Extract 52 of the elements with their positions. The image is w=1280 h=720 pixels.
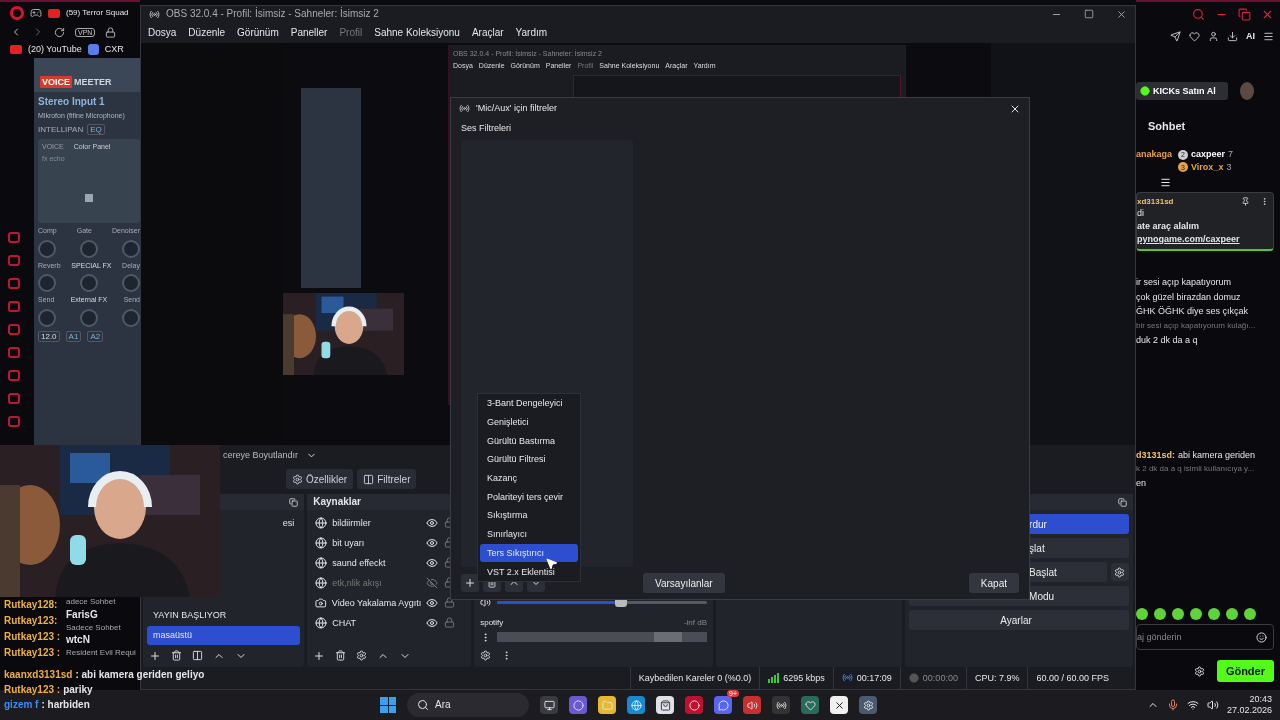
channel-name: spotify <box>480 618 504 628</box>
chat-username: Rutkay123 : <box>4 631 62 643</box>
leader-count: 3 <box>1226 162 1232 173</box>
chat-username: Rutkay128: <box>4 599 59 611</box>
chat-username: FarisG <box>66 608 99 621</box>
record-time: 00:00:00 <box>922 672 958 684</box>
chat-message: : abi kamera geriden geliyo <box>75 669 205 681</box>
chat-message: abi kamera geriden <box>1178 449 1256 461</box>
chat-username: Rutkay123 : <box>4 684 61 696</box>
gain-readout: 12.0 <box>38 330 60 342</box>
chat-message: ĞHK ÖĞHK diye ses çıkçak <box>1136 306 1250 318</box>
chat-message: ir sesi açıp kapatıyorum <box>1136 276 1233 288</box>
pinned-text: ate araç alalım <box>1137 221 1201 232</box>
bitrate: 6295 kbps <box>783 672 825 684</box>
chat-message: pariky <box>63 684 93 696</box>
leader-name: caxpeer <box>1191 149 1226 160</box>
placeholder: aj gönderin <box>1137 631 1182 643</box>
chat-message: Sadece Sohbet <box>66 622 122 633</box>
stream-time: 00:17:09 <box>856 672 892 684</box>
leader-name: anakaga <box>1136 149 1173 160</box>
pinned-text: di <box>1137 208 1145 220</box>
chat-username: gizem f <box>4 699 39 711</box>
cpu-usage: CPU: 7.9% <box>974 672 1020 684</box>
chat-message: duk 2 dk da a q <box>1136 334 1199 346</box>
chat-username: kaanxd3131sd <box>4 669 73 681</box>
chat-message: : harbiden <box>41 699 90 711</box>
leader-name: Virox_x <box>1191 162 1224 173</box>
chat-message: adece Sohbet <box>66 597 117 607</box>
panel-title: Kaynaklar <box>313 496 361 509</box>
placeholder: Ara <box>435 699 451 711</box>
dropped-frames: Kaybedilen Kareler 0 (%0.0) <box>638 672 752 684</box>
strip-title: Stereo Input 1 <box>38 96 106 108</box>
chat-username: Rutkay123: <box>4 615 59 627</box>
app-logo: MEETER <box>74 77 112 88</box>
window-title: OBS 32.0.4 - Profil: İsimsiz - Sahneler: İsimsiz 2 <box>166 8 379 21</box>
chat-message: en <box>1136 477 1147 489</box>
chat-message: Resident Evil Requi <box>66 648 136 658</box>
panel-label: INTELLIPAN <box>38 125 84 135</box>
chat-username: d3131sd: <box>1136 449 1176 461</box>
reply-preview: k 2 dk da a q isimli kullanıcıya y... <box>1136 464 1256 474</box>
level-reading: -inf dB <box>683 618 708 628</box>
app-logo: VOICE <box>40 76 72 88</box>
chat-username: xd3131sd <box>1137 196 1174 207</box>
reply-preview: bir sesi açıp kapatıyorum kulağı... <box>1136 321 1257 331</box>
section-title: Ses Filtreleri <box>461 123 512 134</box>
chat-username: Rutkay123 : <box>4 647 62 659</box>
dialog-title: 'Mic/Aux' için filtreler <box>476 103 557 114</box>
chat-title: Sohbet <box>1148 120 1187 134</box>
chat-message: çok güzel birazdan domuz <box>1136 291 1242 303</box>
leader-count: 7 <box>1228 149 1234 160</box>
chat-username: wtcN <box>66 634 91 647</box>
frame-rate: 60.00 / 60.00 FPS <box>1036 672 1109 684</box>
